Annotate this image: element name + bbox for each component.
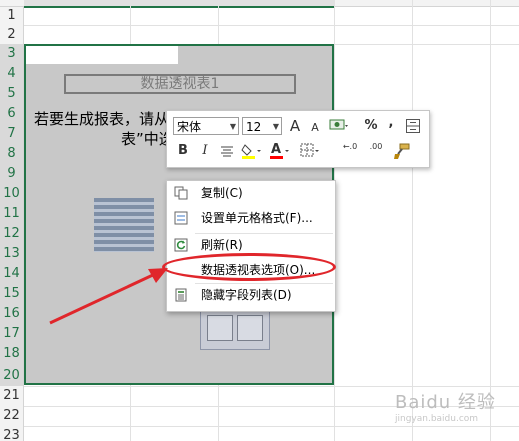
watermark: Baidu 经验 jingyan.baidu.com	[395, 388, 496, 424]
watermark-url: jingyan.baidu.com	[395, 414, 479, 424]
watermark-text: Baidu 经验	[395, 392, 496, 413]
arrow-shaft	[49, 272, 156, 325]
red-arrow-annotation	[49, 268, 168, 325]
